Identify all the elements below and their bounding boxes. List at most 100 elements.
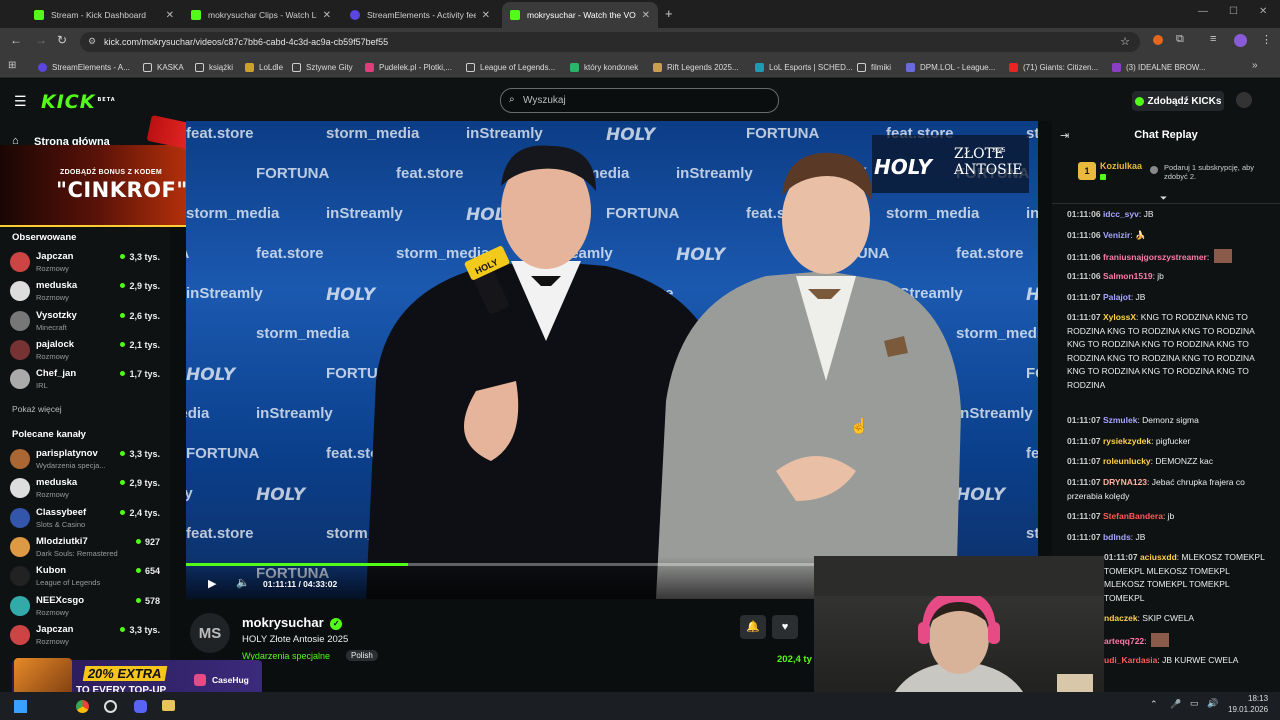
chat-username[interactable]: rysiekzydek bbox=[1103, 436, 1151, 446]
video-player[interactable]: feat.store storm_media inStreamly HOLY FORTU… bbox=[186, 121, 1038, 599]
url-bar[interactable]: ⚙ kick.com/mokrysuchar/videos/c87c7bb6-c… bbox=[80, 32, 1140, 52]
sidebar-channel-item[interactable]: Classybeef Slots & Casino 2,4 tys. bbox=[10, 505, 160, 531]
bookmark-item[interactable]: DPM.LOL - League... bbox=[906, 60, 995, 74]
chat-username[interactable]: Palajot bbox=[1103, 292, 1131, 302]
notification-bell-icon[interactable]: 🔔 bbox=[740, 615, 766, 639]
tab-kick-dashboard[interactable]: Stream - Kick Dashboard ✕ bbox=[26, 2, 182, 28]
obs-taskbar-icon[interactable] bbox=[104, 700, 117, 713]
channel-name: Classybeef bbox=[36, 506, 87, 518]
chat-timestamp: 01:11:07 bbox=[1067, 292, 1101, 302]
close-tab-icon[interactable]: ✕ bbox=[482, 10, 490, 21]
network-icon[interactable]: ▭ bbox=[1190, 698, 1199, 709]
chat-username[interactable]: Venizir bbox=[1103, 230, 1130, 240]
channel-avatar bbox=[10, 252, 30, 272]
channel-name[interactable]: mokrysuchar bbox=[242, 615, 324, 630]
channel-avatar[interactable]: MS bbox=[190, 613, 230, 653]
bookmark-item[interactable]: (71) Giants: Citizen... bbox=[1009, 60, 1098, 74]
maximize-icon[interactable]: ☐ bbox=[1229, 6, 1238, 17]
site-info-icon[interactable]: ⚙ bbox=[88, 36, 96, 47]
chat-username[interactable]: StefanBandera bbox=[1103, 511, 1163, 521]
chat-message: 01:11:07 StefanBandera: jb bbox=[1067, 511, 1175, 521]
sidebar-channel-item[interactable]: meduska Rozmowy 2,9 tys. bbox=[10, 278, 160, 304]
chat-username[interactable]: Salmon1519 bbox=[1103, 271, 1153, 281]
chat-username[interactable]: aciusxdd bbox=[1140, 552, 1177, 562]
bookmark-folder[interactable]: książki bbox=[195, 60, 233, 74]
channel-name: Chef_jan bbox=[36, 368, 77, 380]
bookmark-folder[interactable]: KASKA bbox=[143, 60, 184, 74]
microphone-icon[interactable]: 🎤 bbox=[1170, 699, 1181, 710]
bookmark-item[interactable]: Rift Legends 2025... bbox=[653, 60, 739, 74]
play-icon[interactable]: ▶ bbox=[208, 577, 216, 590]
sidebar-channel-item[interactable]: Kubon League of Legends 654 bbox=[10, 563, 160, 589]
chat-username[interactable]: XylossX bbox=[1103, 312, 1136, 322]
sidebar-channel-item[interactable]: pajalock Rozmowy 2,1 tys. bbox=[10, 337, 160, 363]
sidebar-channel-item[interactable]: Mlodziutki7 Dark Souls: Remastered 927 bbox=[10, 534, 160, 560]
close-window-icon[interactable]: ✕ bbox=[1259, 6, 1267, 17]
tab-clips[interactable]: mokrysuchar Clips - Watch Live ✕ bbox=[183, 2, 339, 28]
bookmark-item[interactable]: który kondonek bbox=[570, 60, 638, 74]
bookmark-item[interactable]: Pudelek.pl - Plotki,... bbox=[365, 60, 452, 74]
sidebar-channel-item[interactable]: Chef_jan IRL 1,7 tys. bbox=[10, 366, 160, 392]
chat-timestamp: 01:11:07 bbox=[1067, 415, 1101, 425]
bookmark-item[interactable]: (3) IDEALNE BROW... bbox=[1112, 60, 1206, 74]
sidebar-channel-item[interactable]: Vysotzky Minecraft 2,6 tys. bbox=[10, 308, 160, 334]
tab-vod-active[interactable]: mokrysuchar - Watch the VOD ✕ bbox=[502, 2, 658, 28]
bookmark-folder[interactable]: filmiki bbox=[857, 60, 891, 74]
discord-taskbar-icon[interactable] bbox=[134, 700, 147, 713]
chat-username[interactable]: udi_Kardasia bbox=[1104, 655, 1157, 665]
chat-username[interactable]: franiusnajgorszystreamer bbox=[1103, 252, 1207, 262]
show-more-link[interactable]: Pokaż więcej bbox=[12, 404, 62, 414]
forward-arrow-icon[interactable]: → bbox=[35, 33, 47, 47]
profile-avatar[interactable] bbox=[1234, 34, 1247, 47]
browser-menu-icon[interactable]: ⋮ bbox=[1261, 33, 1272, 46]
chat-username[interactable]: arteqq722 bbox=[1104, 636, 1144, 646]
more-bookmarks-chevron-icon[interactable]: » bbox=[1252, 60, 1258, 71]
channel-avatar bbox=[10, 449, 30, 469]
extensions-puzzle-icon[interactable]: ⧉ bbox=[1176, 33, 1184, 46]
bookmark-item[interactable]: LoL Esports | SCHED... bbox=[755, 60, 853, 74]
sidebar-channel-item[interactable]: Japczan Rozmowy 3,3 tys. bbox=[10, 622, 160, 648]
bookmark-star-icon[interactable]: ☆ bbox=[1120, 35, 1130, 48]
user-avatar[interactable] bbox=[1236, 92, 1252, 108]
extension-icon[interactable] bbox=[1153, 35, 1163, 45]
back-arrow-icon[interactable]: ← bbox=[10, 33, 22, 47]
chrome-taskbar-icon[interactable] bbox=[76, 700, 89, 713]
hamburger-menu-icon[interactable]: ☰ bbox=[14, 93, 27, 110]
sidebar-channel-item[interactable]: Japczan Rozmowy 3,3 tys. bbox=[10, 249, 160, 275]
tab-streamelements[interactable]: StreamElements - Activity feed ✕ bbox=[342, 2, 498, 28]
chat-username[interactable]: ndaczek bbox=[1104, 613, 1138, 623]
chat-username[interactable]: Szmulek bbox=[1103, 415, 1138, 425]
volume-icon[interactable]: 🔈 bbox=[236, 576, 250, 589]
chat-username[interactable]: DRYNA123 bbox=[1103, 477, 1147, 487]
top-supporter-name[interactable]: Koziulkaa bbox=[1100, 161, 1142, 171]
speaker-icon[interactable]: 🔊 bbox=[1207, 698, 1218, 709]
kick-logo[interactable]: KICK BETA bbox=[41, 91, 116, 113]
bookmark-item[interactable]: LoLdle bbox=[245, 60, 283, 74]
file-explorer-taskbar-icon[interactable] bbox=[162, 700, 175, 711]
get-kicks-button[interactable]: Zdobądź KICKs bbox=[1132, 91, 1224, 111]
close-tab-icon[interactable]: ✕ bbox=[323, 10, 331, 21]
sidebar-channel-item[interactable]: NEEXcsgo Rozmowy 578 bbox=[10, 593, 160, 619]
follow-heart-icon[interactable]: ♥ bbox=[772, 615, 798, 639]
event-year: 2025 bbox=[992, 148, 1006, 154]
sidebar-channel-item[interactable]: parisplatynov Wydarzenia specja... 3,3 tys… bbox=[10, 446, 160, 472]
bookmark-folder[interactable]: League of Legends... bbox=[466, 60, 555, 74]
bookmark-folder[interactable]: Sztywne Gity bbox=[292, 60, 353, 74]
tray-chevron-icon[interactable]: ⌃ bbox=[1150, 699, 1158, 710]
chat-username[interactable]: bdlnds bbox=[1103, 532, 1131, 542]
language-tag[interactable]: Polish bbox=[346, 650, 378, 661]
close-tab-icon[interactable]: ✕ bbox=[642, 10, 650, 21]
chat-text: JB bbox=[1143, 209, 1154, 219]
search-input[interactable]: ⌕ Wyszukaj bbox=[500, 88, 779, 113]
bookmark-item[interactable]: StreamElements - A... bbox=[38, 60, 130, 74]
chat-username[interactable]: roleunlucky bbox=[1103, 456, 1151, 466]
apps-grid-icon[interactable]: ⊞ bbox=[8, 60, 16, 71]
sidebar-channel-item[interactable]: meduska Rozmowy 2,9 tys. bbox=[10, 475, 160, 501]
windows-start-icon[interactable] bbox=[14, 700, 27, 713]
reload-icon[interactable]: ↻ bbox=[57, 33, 67, 47]
chat-username[interactable]: idcc_syv bbox=[1103, 209, 1139, 219]
new-tab-plus-icon[interactable]: + bbox=[665, 6, 673, 21]
minimize-icon[interactable]: — bbox=[1198, 6, 1208, 17]
close-tab-icon[interactable]: ✕ bbox=[166, 10, 174, 21]
media-controls-icon[interactable]: ≡ bbox=[1210, 33, 1216, 45]
